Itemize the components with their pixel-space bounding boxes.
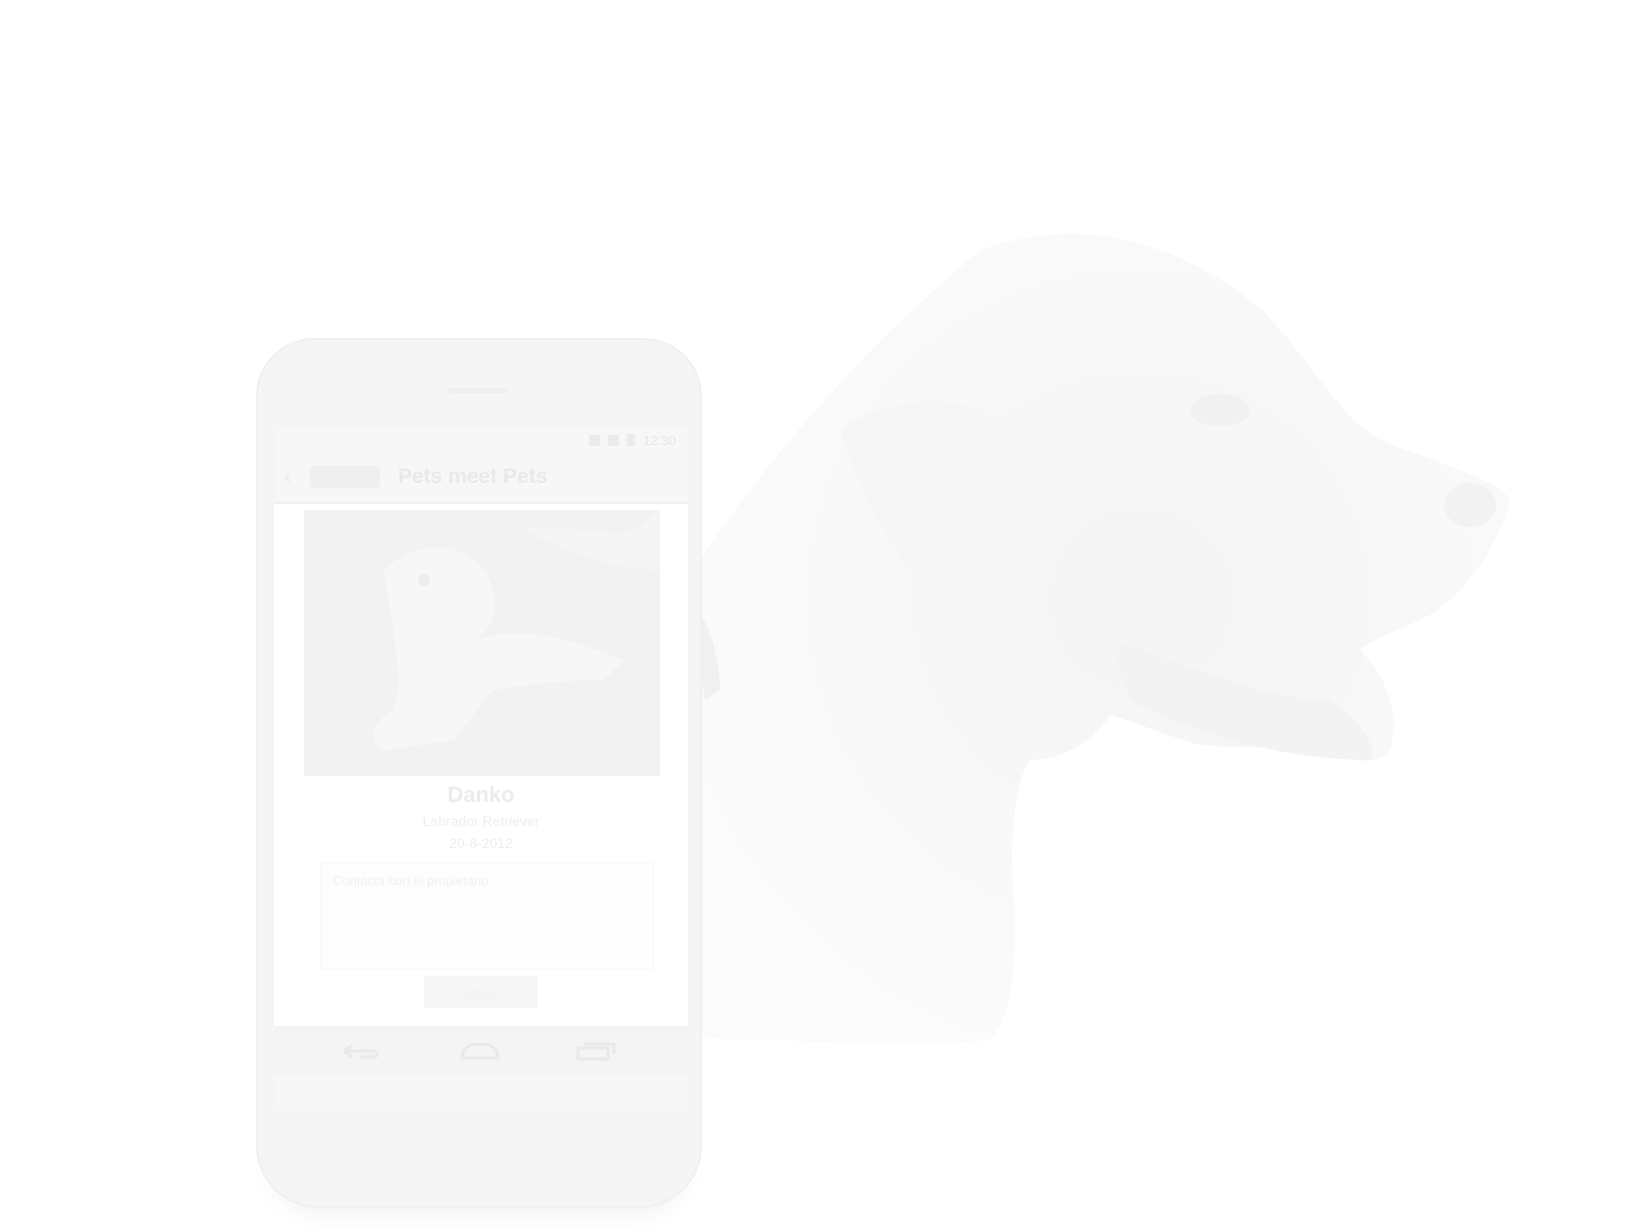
contact-owner-field[interactable]: Contacta con el propietario (320, 862, 654, 970)
status-time: 12:30 (643, 432, 676, 448)
system-nav-bar (274, 1026, 688, 1076)
dog-eye-shape (1190, 394, 1250, 426)
battery-icon (627, 434, 636, 446)
promo-canvas: 12:30 ‹ Pets meet Pets Danko Labrador Re… (0, 0, 1626, 1229)
pet-breed: Labrador Retriever (422, 813, 540, 829)
pet-photo (304, 510, 660, 776)
phone-mockup: 12:30 ‹ Pets meet Pets Danko Labrador Re… (256, 338, 702, 1208)
pet-name: Danko (447, 782, 515, 807)
send-button[interactable]: Enviar (424, 976, 538, 1008)
recents-icon[interactable] (574, 1040, 618, 1062)
action-bar: ‹ Pets meet Pets (274, 452, 688, 502)
back-chevron-icon[interactable]: ‹ (284, 466, 306, 489)
app-logo-icon[interactable] (310, 466, 380, 488)
background-dog-image (680, 234, 1510, 1044)
status-bar: 12:30 (274, 428, 688, 452)
pet-detail-content: Danko Labrador Retriever 20-8-2012 Conta… (274, 502, 688, 1026)
dog-photo-icon (304, 510, 660, 776)
app-title: Pets meet Pets (398, 465, 548, 488)
dog-nose-shape (1444, 483, 1496, 527)
pet-date: 20-8-2012 (449, 835, 513, 851)
phone-speaker (448, 388, 508, 393)
signal-icon (608, 434, 620, 446)
back-icon[interactable] (338, 1040, 382, 1062)
phone-screen: 12:30 ‹ Pets meet Pets Danko Labrador Re… (274, 428, 688, 1106)
wifi-icon (589, 434, 601, 446)
home-icon[interactable] (458, 1040, 502, 1062)
dog-body-shape (690, 234, 1510, 1044)
